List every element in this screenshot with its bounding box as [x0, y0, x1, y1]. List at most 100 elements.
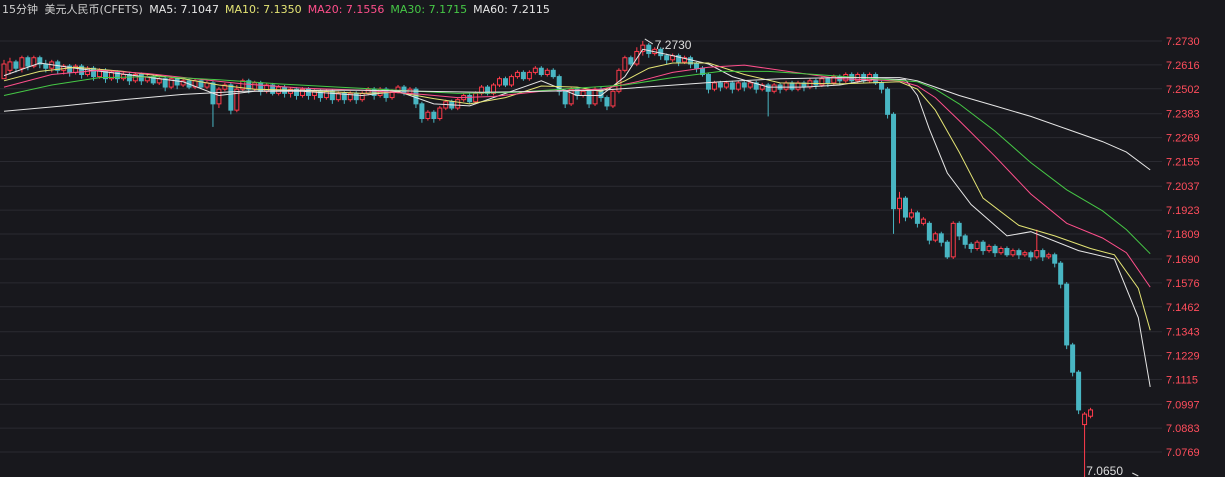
candle[interactable]: [138, 72, 144, 85]
candle[interactable]: [514, 70, 520, 79]
candle[interactable]: [323, 89, 329, 100]
candle[interactable]: [980, 240, 986, 255]
candle[interactable]: [502, 76, 508, 88]
candle[interactable]: [914, 210, 920, 228]
candle[interactable]: [520, 70, 526, 81]
candle[interactable]: [801, 80, 807, 92]
candle[interactable]: [1010, 248, 1016, 257]
chart-plot[interactable]: 7.27307.0650 7.27307.26167.25027.23837.2…: [0, 0, 1225, 477]
candle[interactable]: [897, 191, 902, 224]
candle[interactable]: [944, 240, 950, 259]
candle[interactable]: [992, 244, 998, 257]
candle[interactable]: [550, 68, 556, 79]
candle[interactable]: [795, 80, 801, 92]
candle[interactable]: [920, 217, 926, 226]
candle[interactable]: [676, 53, 682, 67]
candle[interactable]: [67, 64, 73, 77]
candle[interactable]: [335, 91, 341, 102]
candle[interactable]: [31, 55, 37, 69]
candle[interactable]: [508, 74, 514, 88]
candle[interactable]: [777, 82, 783, 94]
candle[interactable]: [1058, 261, 1064, 289]
candle[interactable]: [789, 80, 795, 92]
candle[interactable]: [622, 55, 628, 73]
candle[interactable]: [741, 80, 747, 92]
candle[interactable]: [37, 55, 43, 69]
candle[interactable]: [735, 80, 741, 92]
candle[interactable]: [108, 70, 114, 81]
candle[interactable]: [55, 59, 61, 75]
candle[interactable]: [538, 66, 544, 77]
candle[interactable]: [419, 101, 425, 123]
candle[interactable]: [455, 97, 461, 111]
candle[interactable]: [491, 82, 497, 96]
candle[interactable]: [640, 40, 646, 56]
candle[interactable]: [574, 87, 580, 100]
candle[interactable]: [168, 76, 174, 90]
candle[interactable]: [962, 233, 968, 249]
candle[interactable]: [1022, 250, 1028, 257]
candle[interactable]: [610, 89, 616, 109]
candle[interactable]: [986, 244, 992, 253]
candle[interactable]: [1052, 252, 1058, 268]
candle[interactable]: [974, 240, 980, 251]
candle[interactable]: [932, 231, 938, 243]
kline-chart[interactable]: 7.2730 7.0650 7.2730 7.2616 7.2502 7.2383 7.2…: [0, 0, 1225, 477]
candle[interactable]: [1004, 246, 1010, 257]
candle[interactable]: [150, 74, 156, 85]
candle[interactable]: [902, 196, 908, 222]
candle[interactable]: [240, 78, 246, 92]
candle[interactable]: [228, 82, 234, 115]
candle[interactable]: [180, 78, 186, 88]
candle[interactable]: [556, 74, 562, 96]
candle[interactable]: [234, 84, 240, 113]
candle[interactable]: [998, 246, 1004, 255]
candle[interactable]: [132, 72, 138, 83]
candle[interactable]: [485, 84, 491, 96]
candle[interactable]: [968, 242, 974, 253]
candle[interactable]: [532, 66, 538, 75]
candle[interactable]: [1016, 248, 1022, 259]
candle[interactable]: [1028, 250, 1034, 262]
candle[interactable]: [437, 105, 443, 121]
candle[interactable]: [216, 87, 222, 109]
candle[interactable]: [562, 89, 568, 109]
candle[interactable]: [1076, 370, 1082, 415]
candle[interactable]: [1064, 282, 1070, 350]
candle[interactable]: [765, 82, 771, 117]
candle[interactable]: [950, 221, 956, 259]
candle[interactable]: [114, 70, 120, 83]
candle[interactable]: [294, 87, 300, 100]
candle[interactable]: [497, 76, 503, 88]
candle[interactable]: [305, 87, 311, 100]
candle[interactable]: [156, 76, 162, 85]
candle[interactable]: [891, 112, 897, 234]
candle[interactable]: [431, 110, 437, 123]
candle[interactable]: [938, 231, 944, 247]
candle[interactable]: [759, 82, 765, 92]
candle[interactable]: [688, 55, 694, 69]
candle[interactable]: [479, 84, 485, 96]
candle[interactable]: [341, 91, 347, 104]
period-label[interactable]: 15分钟: [2, 3, 38, 16]
candle[interactable]: [526, 70, 532, 81]
candle[interactable]: [222, 82, 228, 92]
candle[interactable]: [144, 74, 150, 83]
candle[interactable]: [926, 221, 932, 245]
candle[interactable]: [7, 57, 13, 75]
candle[interactable]: [807, 78, 813, 90]
candle[interactable]: [783, 80, 789, 92]
candle[interactable]: [604, 95, 610, 111]
candle[interactable]: [670, 53, 676, 62]
candle[interactable]: [729, 80, 735, 94]
candle[interactable]: [467, 93, 473, 104]
candle[interactable]: [204, 80, 210, 90]
candle[interactable]: [544, 68, 550, 77]
candle[interactable]: [586, 89, 592, 109]
candle[interactable]: [1046, 252, 1052, 259]
candle[interactable]: [210, 80, 216, 127]
candle[interactable]: [885, 87, 891, 119]
candle[interactable]: [1, 59, 7, 80]
candle[interactable]: [425, 110, 431, 121]
candle[interactable]: [1088, 407, 1094, 419]
